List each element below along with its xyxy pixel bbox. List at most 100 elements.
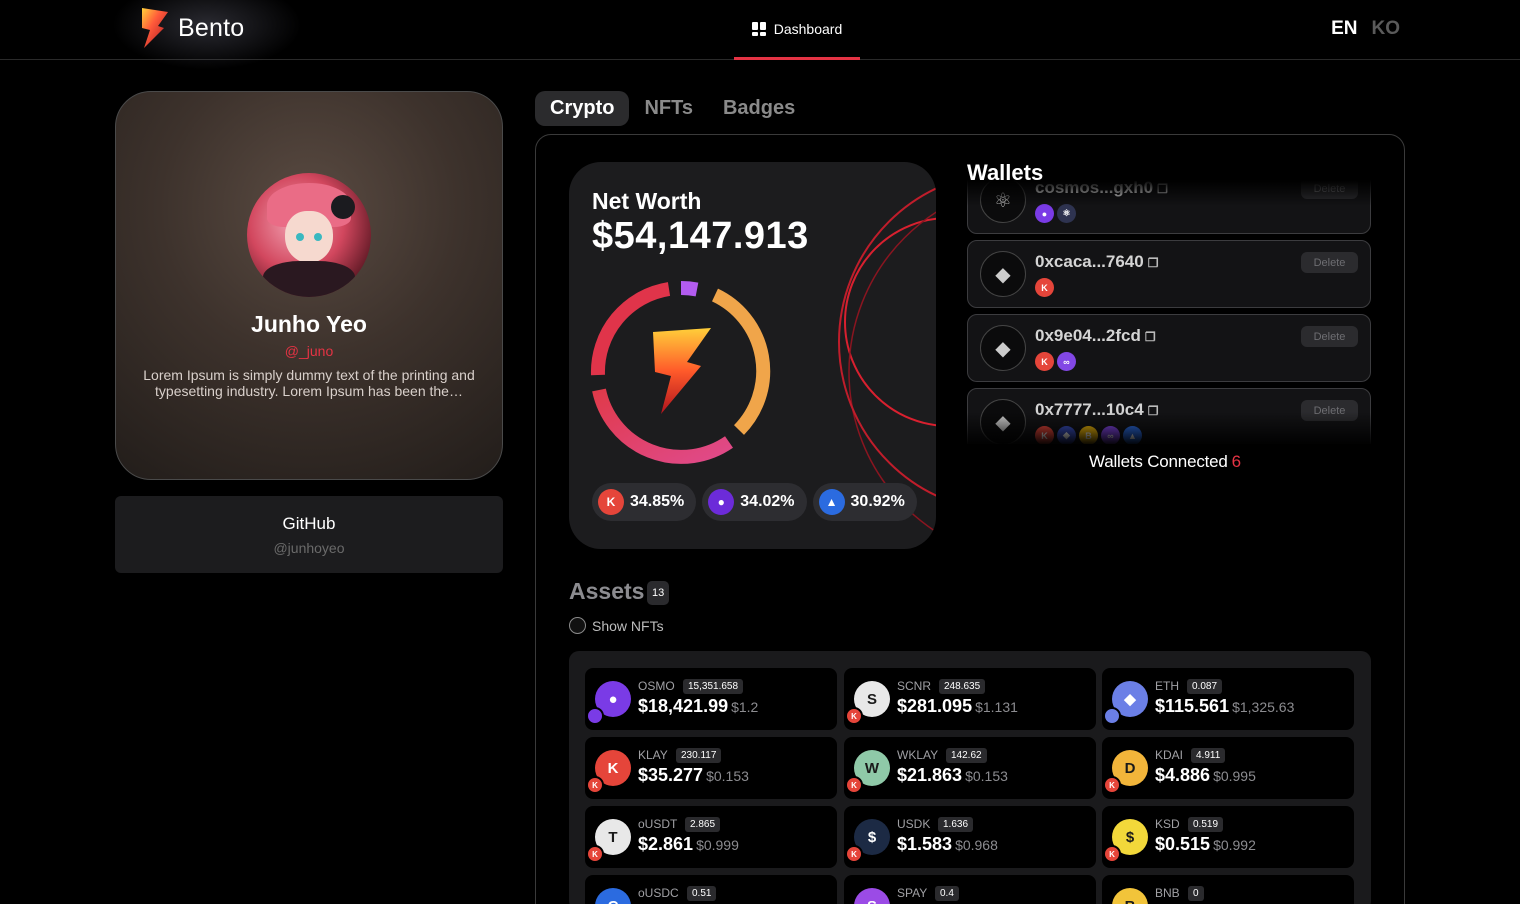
section-tabs: Crypto NFTs Badges xyxy=(535,91,810,126)
allocation-pct: 34.85% xyxy=(630,493,685,510)
asset-value: $281.095 $1.131 xyxy=(897,696,1018,716)
lang-en[interactable]: EN xyxy=(1331,18,1357,40)
asset-symbol: SCNR xyxy=(897,679,932,693)
allocation-chip-osmosis: ● 34.02% xyxy=(702,483,807,521)
chain-badge-icon: K xyxy=(845,776,863,794)
github-username: @junhoyeo xyxy=(273,540,345,556)
github-link-card[interactable]: GitHub @junhoyeo xyxy=(115,496,503,573)
asset-price: $1.2 xyxy=(731,699,759,715)
copy-icon[interactable]: ❐ xyxy=(1145,330,1156,344)
asset-value: $4.886 $0.995 xyxy=(1155,765,1256,785)
asset-symbol: OSMO xyxy=(638,679,675,693)
asset-card[interactable]: ◆ ETH 0.087 $115.561 $1,325.63 xyxy=(1102,668,1354,730)
show-nfts-toggle[interactable]: Show NFTs xyxy=(569,617,664,634)
asset-value: $0.515 $0.992 xyxy=(1155,834,1256,854)
klaytn-icon: K xyxy=(1035,278,1054,297)
asset-card[interactable]: $ K USDK 1.636 $1.583 $0.968 xyxy=(844,806,1096,868)
chain-badge-icon xyxy=(586,707,604,725)
asset-price: $0.968 xyxy=(955,837,998,853)
asset-card[interactable]: D K KDAI 4.911 $4.886 $0.995 xyxy=(1102,737,1354,799)
asset-amount-badge: 15,351.658 xyxy=(683,679,744,694)
asset-card[interactable]: SKSPAY0.4 xyxy=(844,875,1096,904)
allocation-chip-polygon: ▲ 30.92% xyxy=(812,483,917,521)
polygon-icon: ▲ xyxy=(818,489,845,515)
delete-wallet-button[interactable]: Delete xyxy=(1301,400,1358,421)
asset-card[interactable]: ● OSMO 15,351.658 $18,421.99 $1.2 xyxy=(585,668,837,730)
spay-token-icon: S xyxy=(854,888,890,904)
delete-wallet-button[interactable]: Delete xyxy=(1301,180,1358,199)
asset-card[interactable]: W K WKLAY 142.62 $21.863 $0.153 xyxy=(844,737,1096,799)
wallet-item[interactable]: ◆ 0xcaca...7640 ❐ Delete K xyxy=(967,240,1371,308)
asset-price: $0.999 xyxy=(696,837,739,853)
wallets-title: Wallets xyxy=(967,160,1044,185)
osmosis-icon: ● xyxy=(708,489,735,515)
delete-wallet-button[interactable]: Delete xyxy=(1301,252,1358,273)
asset-amount-badge: 0.087 xyxy=(1187,679,1223,694)
avalanche-icon: ▲ xyxy=(1123,426,1142,444)
tab-badges[interactable]: Badges xyxy=(708,91,810,126)
chain-badge-icon xyxy=(1103,707,1121,725)
asset-card[interactable]: T KoUSDT 2.865 $2.861 $0.999 xyxy=(585,806,837,868)
asset-symbol: WKLAY xyxy=(897,748,939,762)
asset-price: $1.131 xyxy=(975,699,1018,715)
chain-badge-icon: K xyxy=(1103,845,1121,863)
asset-value: $35.277 $0.153 xyxy=(638,765,749,785)
wallet-item[interactable]: ◆ 0x9e04...2fcd ❐ Delete K ∞ xyxy=(967,314,1371,382)
asset-amount-badge: 2.865 xyxy=(685,817,721,832)
wallet-item[interactable]: ◆ 0x7777...10c4 ❐ Delete K ◆ B ∞ ▲ xyxy=(967,388,1371,444)
klaytn-icon: K xyxy=(1035,426,1054,444)
asset-card[interactable]: CKoUSDC0.51 xyxy=(585,875,837,904)
nav-dashboard[interactable]: Dashboard xyxy=(734,0,860,60)
asset-value: $21.863 $0.153 xyxy=(897,765,1008,785)
brand-logo[interactable]: Bento xyxy=(138,6,244,50)
asset-value: $2.861 $0.999 xyxy=(638,834,739,854)
asset-symbol: SPAY xyxy=(897,886,928,900)
profile-handle: @_juno xyxy=(284,343,334,359)
copy-icon[interactable]: ❐ xyxy=(1148,256,1159,270)
wallet-chains: ● ⚛ xyxy=(1035,204,1076,223)
net-worth-label: Net Worth xyxy=(592,188,702,214)
profile-card: Junho Yeo @_juno Lorem Ipsum is simply d… xyxy=(115,91,503,480)
asset-value: $18,421.99 $1.2 xyxy=(638,696,759,716)
wallet-item[interactable]: ⚛ cosmos...gxh0 ❐ Delete ● ⚛ xyxy=(967,180,1371,234)
delete-wallet-button[interactable]: Delete xyxy=(1301,326,1358,347)
asset-symbol: oUSDC xyxy=(638,886,679,900)
profile-bio: Lorem Ipsum is simply dummy text of the … xyxy=(143,367,475,399)
asset-symbol: KDAI xyxy=(1155,748,1184,762)
dashboard-icon xyxy=(751,21,766,36)
show-nfts-radio[interactable] xyxy=(569,617,586,634)
asset-price: $1,325.63 xyxy=(1232,699,1295,715)
asset-symbol: KLAY xyxy=(638,748,668,762)
chain-badge-icon: K xyxy=(845,845,863,863)
bnb-token-icon: B xyxy=(1112,888,1148,904)
wallet-list[interactable]: ⚛ cosmos...gxh0 ❐ Delete ● ⚛ ◆ 0xcaca...7… xyxy=(967,180,1371,444)
allocation-chips: K 34.85% ● 34.02% ▲ 30.92% xyxy=(592,483,917,521)
asset-card[interactable]: BKBNB0 xyxy=(1102,875,1354,904)
asset-symbol: oUSDT xyxy=(638,817,678,831)
lang-ko[interactable]: KO xyxy=(1372,18,1401,40)
chain-badge-icon: K xyxy=(1103,776,1121,794)
polygon-icon: ∞ xyxy=(1057,352,1076,371)
asset-card[interactable]: K K KLAY 230.117 $35.277 $0.153 xyxy=(585,737,837,799)
cosmos-icon: ⚛ xyxy=(980,180,1026,223)
asset-card[interactable]: S K SCNR 248.635 $281.095 $1.131 xyxy=(844,668,1096,730)
ethereum-icon: ◆ xyxy=(1057,426,1076,444)
net-worth-card: Net Worth $54,147.913 K 34.85% ● 34.02% … xyxy=(569,162,936,549)
asset-symbol: ETH xyxy=(1155,679,1179,693)
asset-amount-badge: 230.117 xyxy=(676,748,722,763)
copy-icon[interactable]: ❐ xyxy=(1148,404,1159,418)
asset-card[interactable]: $ K KSD 0.519 $0.515 $0.992 xyxy=(1102,806,1354,868)
allocation-pct: 30.92% xyxy=(850,493,905,510)
asset-amount-badge: 1.636 xyxy=(938,817,974,832)
language-switcher: EN KO xyxy=(1331,18,1400,40)
chain-badge-icon: K xyxy=(586,776,604,794)
nav-dashboard-label: Dashboard xyxy=(773,20,843,37)
tab-crypto[interactable]: Crypto xyxy=(535,91,630,126)
asset-price: $0.992 xyxy=(1213,837,1256,853)
asset-amount-badge: 4.911 xyxy=(1191,748,1226,763)
ousdc-token-icon: C xyxy=(595,888,631,904)
tab-nfts[interactable]: NFTs xyxy=(629,91,708,126)
top-bar: Bento Dashboard EN KO xyxy=(0,0,1520,70)
asset-symbol: USDK xyxy=(897,817,931,831)
copy-icon[interactable]: ❐ xyxy=(1157,182,1168,196)
